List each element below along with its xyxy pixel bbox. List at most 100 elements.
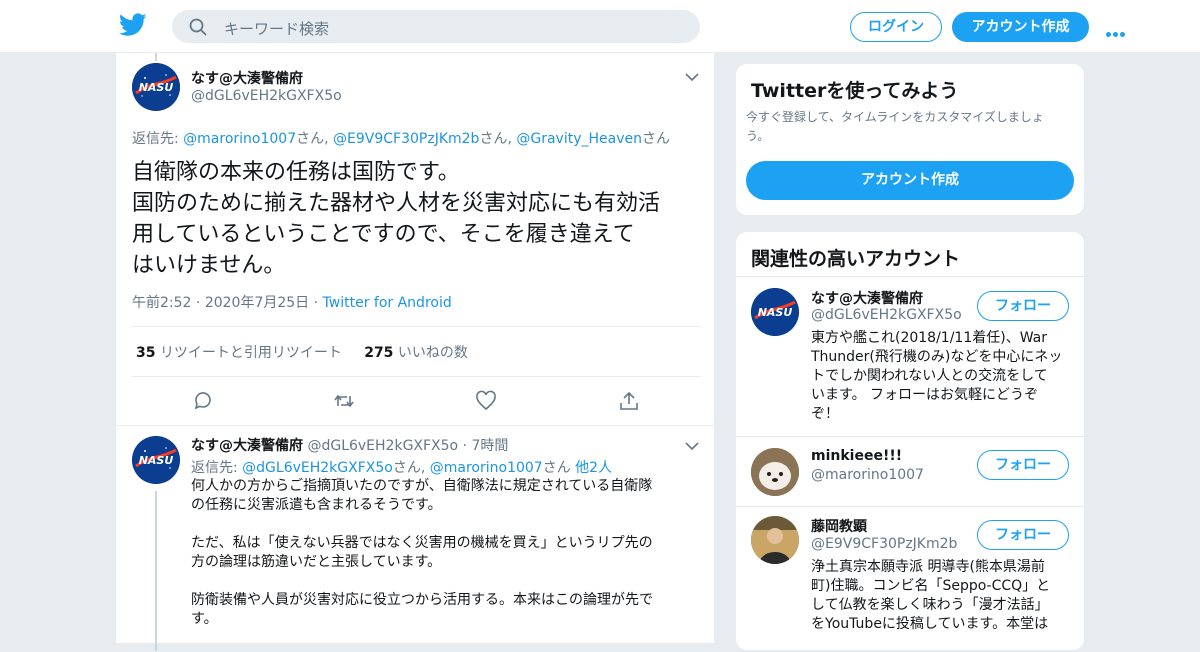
avatar[interactable]: NASU — [132, 436, 180, 484]
like-count[interactable]: 275 — [364, 345, 393, 361]
reply-paragraph: 何人かの方からご指摘頂いたのですが、自衛隊法に規定されている自衛隊 の任務に災害派… — [191, 477, 696, 515]
reply-text: 何人かの方からご指摘頂いたのですが、自衛隊法に規定されている自衛隊 の任務に災害派… — [191, 477, 696, 648]
reply-author-handle[interactable]: @dGL6vEH2kGXFX5o — [307, 438, 458, 454]
account-handle[interactable]: @dGL6vEH2kGXFX5o — [811, 307, 962, 323]
reply-text-line: 何人かの方からご指摘頂いたのですが、自衛隊法に規定されている自衛隊 — [191, 478, 653, 494]
chevron-down-icon[interactable] — [685, 72, 699, 82]
search-icon — [189, 18, 207, 36]
bio-line: 浄土真宗本願寺派 明導寺(熊本県湯前 — [811, 559, 1045, 575]
more-options-icon[interactable] — [1106, 22, 1132, 37]
tweet-text-line: 国防のために揃えた器材や人材を災害対応にも有効活 — [132, 191, 661, 216]
svg-text:NASU: NASU — [139, 454, 174, 467]
author-handle[interactable]: @dGL6vEH2kGXFX5o — [191, 88, 342, 104]
reply-prefix: 返信先: — [132, 131, 184, 147]
like-heart-icon[interactable] — [475, 390, 497, 412]
reply-text-line: の任務に災害派遣も含まれるそうです。 — [191, 497, 442, 513]
account-bio: 浄土真宗本願寺派 明導寺(熊本県湯前 町)住職。コンビ名「Seppo-CCQ」と… — [811, 558, 1071, 634]
nasa-logo-icon: NASU — [751, 288, 799, 336]
chevron-down-icon[interactable] — [685, 441, 699, 451]
signup-card-subtitle-line: 今すぐ登録して、タイムラインをカスタマイズしましょ — [746, 110, 1044, 124]
reply-paragraph: 防衛装備や人員が災害対応に役立つから活用する。本来はこの論理が先で す。 — [191, 591, 696, 629]
avatar[interactable] — [751, 516, 799, 564]
reply-text-line: す。 — [191, 611, 218, 627]
reply-san: さん — [542, 460, 571, 476]
retweet-label[interactable]: リツイートと引用リツイート — [160, 345, 342, 361]
reply-header: なす@大湊警備府 @dGL6vEH2kGXFX5o · 7時間 — [191, 438, 509, 454]
reply-user-link[interactable]: @E9V9CF30PzJKm2b — [333, 131, 479, 147]
account-bio: 東方や艦これ(2018/1/11着任)、War Thunder(飛行機のみ)など… — [811, 329, 1071, 424]
reply-prefix: 返信先: — [191, 460, 243, 476]
avatar[interactable] — [751, 448, 799, 496]
author-name[interactable]: なす@大湊警備府 — [191, 68, 303, 88]
reply-paragraph: ただ、私は「使えない兵器ではなく災害用の機械を買え」というリプ先の 方の論理は筋違… — [191, 534, 696, 572]
bio-line: います。 フォローはお気軽にどうぞ — [811, 387, 1039, 403]
tweet-text-line: はいけません。 — [132, 253, 286, 278]
account-name[interactable]: なす@大湊警備府 — [811, 288, 923, 308]
svg-text:NASU: NASU — [139, 81, 174, 94]
person-photo-icon — [751, 516, 799, 564]
reply-user-link[interactable]: @marorino1007 — [430, 460, 543, 476]
reply-san: さん — [479, 131, 508, 147]
login-button[interactable]: ログイン — [850, 12, 942, 42]
reply-user-link[interactable]: @Gravity_Heaven — [516, 131, 642, 147]
reply-san: さん — [392, 460, 421, 476]
reply-time[interactable]: 7時間 — [471, 438, 508, 454]
tweet-text-line: 自衛隊の本来の任務は国防です。 — [132, 160, 460, 185]
account-name[interactable]: 藤岡教顕 — [811, 516, 867, 536]
reply-separator: , — [324, 131, 334, 147]
divider — [132, 326, 700, 327]
dog-photo-icon — [751, 448, 799, 496]
signup-card-subtitle: 今すぐ登録して、タイムラインをカスタマイズしましょ う。 — [746, 108, 1076, 146]
account-item[interactable]: NASU なす@大湊警備府 @dGL6vEH2kGXFX5o フォロー 東方や艦… — [736, 276, 1084, 436]
bio-line: 東方や艦これ(2018/1/11着任)、War — [811, 330, 1047, 346]
related-accounts-card: 関連性の高いアカウント NASU なす@大湊警備府 @dGL6vEH2kGXFX… — [735, 231, 1085, 651]
account-item[interactable]: minkieee!!! @marorino1007 フォロー — [736, 436, 1084, 508]
reply-text-line: ただ、私は「使えない兵器ではなく災害用の機械を買え」というリプ先の — [191, 535, 653, 551]
thread-connector — [155, 53, 157, 61]
create-account-button[interactable]: アカウント作成 — [746, 161, 1074, 200]
reply-icon[interactable] — [192, 390, 214, 412]
avatar[interactable]: NASU — [751, 288, 799, 336]
tweet-separator — [116, 425, 714, 426]
reply-to-line: 返信先: @marorino1007さん, @E9V9CF30PzJKm2bさん… — [132, 128, 670, 148]
reply-separator: , — [420, 460, 430, 476]
share-icon[interactable] — [618, 390, 640, 412]
reply-user-link[interactable]: @marorino1007 — [183, 131, 296, 147]
nasa-logo-icon: NASU — [132, 63, 180, 111]
tweet-time[interactable]: 午前2:52 — [132, 295, 191, 311]
svg-text:NASU: NASU — [758, 306, 793, 319]
signup-card-subtitle-line: う。 — [746, 129, 770, 143]
account-handle[interactable]: @E9V9CF30PzJKm2b — [811, 536, 957, 552]
follow-button[interactable]: フォロー — [977, 450, 1069, 480]
reply-author-name[interactable]: なす@大湊警備府 — [191, 438, 303, 454]
reply-san: さん — [296, 131, 325, 147]
nasa-logo-icon: NASU — [132, 436, 180, 484]
tweet-date[interactable]: 2020年7月25日 — [205, 295, 309, 311]
signup-card: Twitterを使ってみよう 今すぐ登録して、タイムラインをカスタマイズしましょ… — [735, 63, 1085, 216]
reply-user-link[interactable]: @dGL6vEH2kGXFX5o — [242, 460, 393, 476]
bio-line: して仏教を楽しく味わう「漫才法話」 — [811, 597, 1049, 613]
retweet-count[interactable]: 35 — [136, 345, 155, 361]
account-name[interactable]: minkieee!!! — [811, 448, 902, 464]
reply-others-link[interactable]: 他2人 — [575, 460, 612, 476]
follow-button[interactable]: フォロー — [977, 291, 1069, 321]
signup-button[interactable]: アカウント作成 — [952, 12, 1089, 42]
account-handle[interactable]: @marorino1007 — [811, 467, 924, 483]
search-field[interactable]: キーワード検索 — [172, 10, 700, 43]
reply-san: さん — [641, 131, 670, 147]
bio-line: トでしか関われない人との交流をして — [811, 368, 1048, 384]
follow-button[interactable]: フォロー — [977, 520, 1069, 550]
account-item[interactable]: 藤岡教顕 @E9V9CF30PzJKm2b フォロー 浄土真宗本願寺派 明導寺(… — [736, 506, 1084, 652]
retweet-icon[interactable] — [333, 390, 355, 412]
bio-line: 町)住職。コンビ名「Seppo-CCQ」と — [811, 578, 1051, 594]
search-placeholder: キーワード検索 — [224, 20, 330, 38]
reply-to-line: 返信先: @dGL6vEH2kGXFX5oさん, @marorino1007さん… — [191, 457, 612, 477]
tweet-text-line: 用しているということですので、そこを履き違えて — [132, 222, 635, 247]
tweet-source-link[interactable]: Twitter for Android — [323, 295, 452, 311]
top-navigation-bar: キーワード検索 ログイン アカウント作成 — [0, 0, 1200, 53]
twitter-bird-icon[interactable] — [119, 13, 147, 37]
avatar[interactable]: NASU — [132, 63, 180, 111]
thread-connector — [155, 491, 157, 651]
bio-line: Thunder(飛行機のみ)などを中心にネッ — [811, 349, 1063, 365]
like-label[interactable]: いいねの数 — [398, 345, 468, 361]
